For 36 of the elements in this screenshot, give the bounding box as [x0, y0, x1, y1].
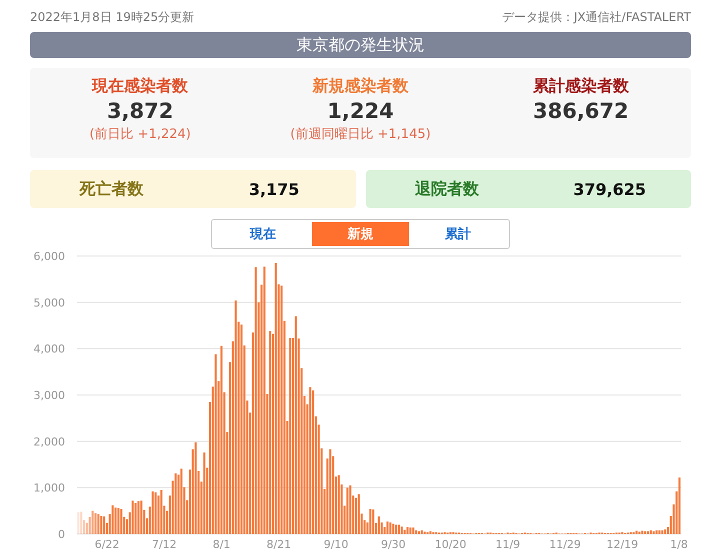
total-value: 379,625: [573, 180, 646, 198]
data-source: データ提供：JX通信社/FASTALERT: [502, 9, 691, 26]
axis-label: 1/8: [670, 538, 688, 549]
axis-label: 9/10: [324, 538, 348, 549]
axis-label: 3,000: [34, 389, 65, 402]
stat-label: 累計感染者数: [532, 75, 629, 97]
stat-label: 現在感染者数: [92, 75, 188, 97]
section-title: 東京都の発生状況: [30, 32, 691, 58]
toggle-tab[interactable]: 現在: [214, 222, 312, 246]
axis-label: 8/1: [212, 538, 230, 549]
axis-label: 5,000: [34, 296, 65, 310]
axis-label: 9/30: [380, 538, 406, 549]
axis-label: 7/12: [152, 538, 177, 549]
axis-label: 11/29: [549, 538, 581, 549]
axis-label: 6/22: [94, 538, 120, 549]
stat-value: 386,672: [532, 98, 629, 124]
axis-label: 11/9: [495, 538, 520, 549]
axis-label: 4,000: [34, 342, 65, 356]
axis-label: 6,000: [34, 250, 65, 263]
total-value: 3,175: [248, 180, 300, 198]
axis-label: 0: [58, 528, 65, 541]
toggle-tab[interactable]: 新規: [312, 222, 410, 246]
stat-label: 新規感染者数: [312, 75, 408, 97]
axis-label: 1,000: [34, 482, 65, 495]
axis-label: 2,000: [34, 435, 65, 448]
toggle-tab[interactable]: 累計: [409, 222, 507, 246]
stat-value: 3,872: [106, 98, 174, 124]
total-label: 退院者数: [414, 178, 479, 200]
stat-change: (前週同曜日比 +1,145): [290, 126, 431, 144]
update-time: 2022年1月8日 19時25分更新: [30, 9, 194, 26]
axis-label: 8/21: [266, 538, 292, 549]
axis-label: 10/20: [434, 538, 466, 549]
axis-label: 12/19: [606, 538, 638, 549]
stat-change: (前日比 +1,224): [89, 126, 191, 144]
stat-value: 1,224: [327, 98, 394, 124]
total-label: 死亡者数: [79, 178, 144, 200]
